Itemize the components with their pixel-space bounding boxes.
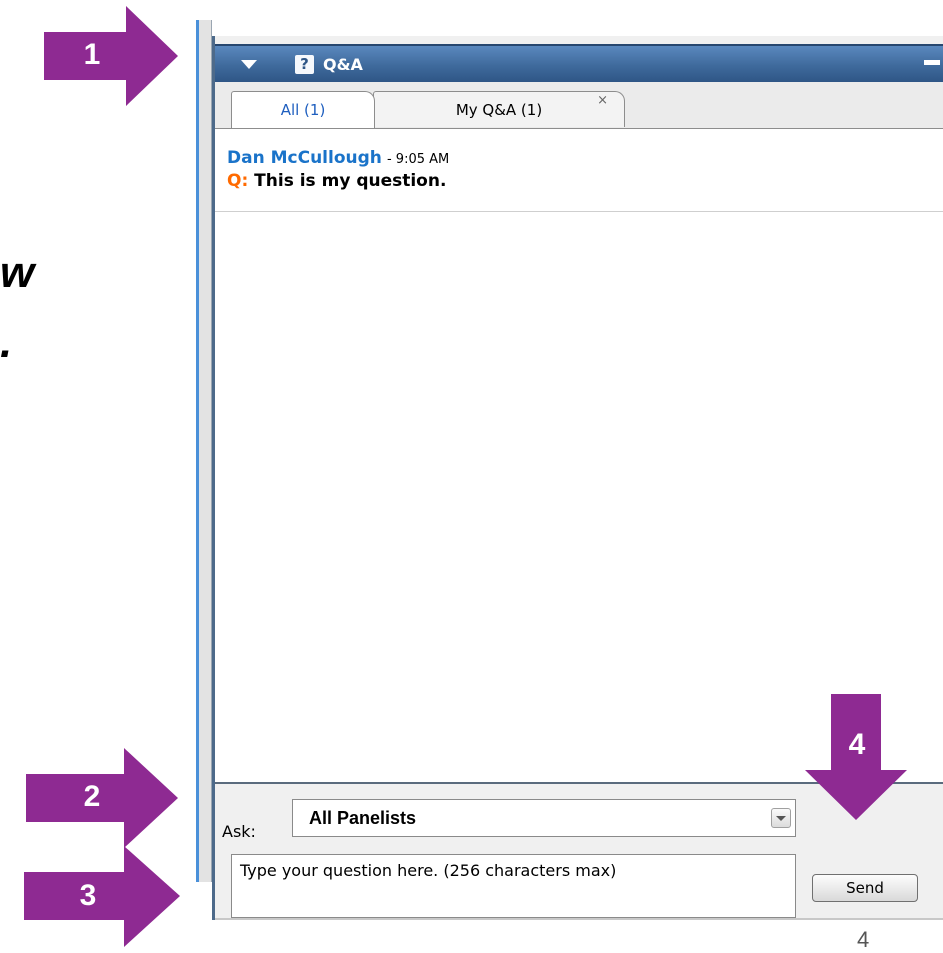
collapse-triangle-icon[interactable] bbox=[241, 59, 257, 69]
tab-my-qa-label: My Q&A (1) bbox=[455, 100, 543, 119]
ask-selected-value: All Panelists bbox=[309, 807, 417, 828]
question-list: Dan McCullough - 9:05 AM Q: This is my q… bbox=[215, 129, 943, 784]
window-edge bbox=[196, 20, 212, 882]
slide-text-period: . bbox=[0, 318, 13, 367]
panel-bottom-edge bbox=[215, 918, 943, 920]
qa-title-bar[interactable]: ? Q&A bbox=[215, 44, 943, 84]
question-input[interactable]: Type your question here. (256 characters… bbox=[231, 854, 796, 918]
qa-title: Q&A bbox=[323, 54, 363, 74]
callout-number-3: 3 bbox=[79, 879, 97, 912]
question-author: Dan McCullough bbox=[227, 148, 382, 168]
tab-all[interactable]: All (1) bbox=[231, 91, 375, 128]
tab-my-qa[interactable]: My Q&A (1) × bbox=[373, 91, 625, 127]
ask-label: Ask: bbox=[222, 822, 256, 841]
qa-tab-strip: All (1) My Q&A (1) × bbox=[215, 82, 943, 129]
callout-number-2: 2 bbox=[83, 780, 101, 813]
entry-divider bbox=[215, 211, 943, 212]
tab-all-label: All (1) bbox=[280, 101, 326, 119]
question-time: - 9:05 AM bbox=[386, 152, 450, 167]
slide-text-word: w bbox=[0, 248, 35, 297]
send-button[interactable]: Send bbox=[812, 874, 918, 902]
tab-close-icon[interactable]: × bbox=[597, 93, 608, 108]
question-prefix: Q: bbox=[227, 171, 249, 191]
question-text: This is my question. bbox=[254, 171, 447, 191]
callout-number-4: 4 bbox=[848, 728, 866, 761]
minimize-icon[interactable] bbox=[924, 60, 940, 65]
question-mark-icon: ? bbox=[295, 54, 314, 74]
page-number: 4 bbox=[857, 927, 870, 952]
ask-recipient-select[interactable]: All Panelists bbox=[292, 799, 796, 837]
callout-number-1: 1 bbox=[83, 38, 101, 71]
list-item: Dan McCullough - 9:05 AM Q: This is my q… bbox=[227, 148, 942, 191]
chevron-down-icon[interactable] bbox=[771, 808, 791, 828]
